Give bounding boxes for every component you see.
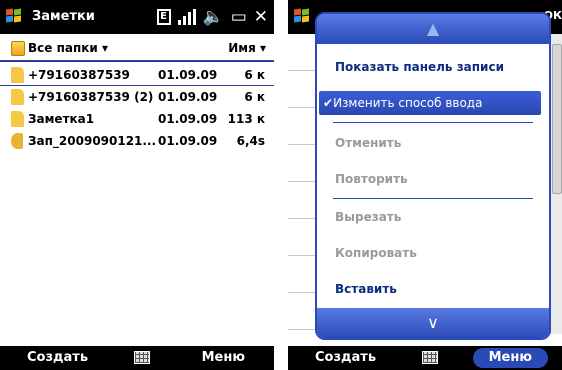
note-file-icon: [11, 111, 24, 127]
file-size: 113 к: [227, 112, 265, 126]
menu-separator: [333, 198, 533, 199]
create-softkey[interactable]: Создать: [27, 350, 88, 365]
scroll-down-arrow-icon[interactable]: ∨: [317, 308, 549, 338]
softkey-bar: Создать Меню: [288, 346, 562, 370]
context-menu: ▲ Показать панель записи ✔Изменить спосо…: [315, 12, 551, 340]
scroll-up-arrow-icon[interactable]: ▲: [317, 14, 549, 44]
menu-item-change-input-method[interactable]: ✔Изменить способ ввода: [319, 91, 541, 115]
note-file-icon: [11, 67, 24, 83]
file-date: 01.09.09: [158, 112, 218, 126]
file-size: 6 к: [244, 90, 265, 104]
file-row[interactable]: Зап_2009090121... 01.09.09 6,4s: [0, 130, 274, 152]
title-bar: Заметки E 🔈 ▭ ✕: [0, 0, 274, 34]
menu-softkey[interactable]: Меню: [202, 350, 245, 365]
file-date: 01.09.09: [158, 68, 218, 82]
scrollbar[interactable]: [550, 34, 562, 334]
menu-softkey[interactable]: Меню: [472, 348, 548, 368]
edge-icon[interactable]: E: [156, 9, 171, 25]
start-menu-icon[interactable]: [6, 8, 22, 24]
menu-item-undo[interactable]: Отменить: [335, 136, 401, 150]
note-editor-screen: ОК ▲ Показать панель записи ✔Изменить сп…: [288, 0, 562, 370]
menu-item-show-recording-bar[interactable]: Показать панель записи: [335, 60, 504, 74]
start-menu-icon[interactable]: [294, 8, 310, 24]
menu-item-redo[interactable]: Повторить: [335, 172, 408, 186]
file-row[interactable]: +79160387539 01.09.09 6 к: [0, 64, 274, 86]
softkey-bar: Создать Меню: [0, 346, 274, 370]
file-size: 6,4s: [236, 134, 265, 148]
battery-icon[interactable]: ▭: [231, 7, 247, 27]
file-date: 01.09.09: [158, 134, 218, 148]
file-row[interactable]: +79160387539 (2) 01.09.09 6 к: [0, 86, 274, 108]
menu-item-copy[interactable]: Копировать: [335, 246, 417, 260]
file-name: Зап_2009090121...: [28, 134, 157, 148]
status-icons: E 🔈 ▭ ✕: [156, 6, 268, 28]
file-size: 6 к: [244, 68, 265, 82]
file-row[interactable]: Заметка1 01.09.09 113 к: [0, 108, 274, 130]
file-name: Заметка1: [28, 112, 95, 126]
volume-icon[interactable]: 🔈: [203, 7, 224, 27]
sort-dropdown[interactable]: Имя ▾: [228, 41, 266, 55]
folder-dropdown[interactable]: Все папки ▾: [28, 41, 108, 55]
checkmark-icon: ✔: [323, 96, 334, 110]
close-icon[interactable]: ✕: [254, 7, 268, 27]
sound-file-icon: [11, 133, 23, 149]
menu-item-paste[interactable]: Вставить: [335, 282, 397, 296]
note-file-icon: [11, 89, 24, 105]
folder-bar: Все папки ▾ Имя ▾: [0, 34, 274, 62]
menu-separator: [333, 122, 533, 123]
file-date: 01.09.09: [158, 90, 218, 104]
notes-list-screen: Заметки E 🔈 ▭ ✕ Все папки ▾ Имя ▾ +79160…: [0, 0, 274, 370]
app-title: Заметки: [32, 9, 95, 24]
create-softkey[interactable]: Создать: [315, 350, 376, 365]
menu-item-cut[interactable]: Вырезать: [335, 210, 401, 224]
keyboard-icon[interactable]: [422, 351, 438, 364]
file-name: +79160387539 (2): [28, 90, 154, 104]
folder-icon: [11, 41, 25, 56]
scrollbar-thumb[interactable]: [552, 44, 562, 194]
keyboard-icon[interactable]: [134, 351, 150, 364]
signal-icon[interactable]: [177, 9, 196, 25]
file-name: +79160387539: [28, 68, 130, 82]
